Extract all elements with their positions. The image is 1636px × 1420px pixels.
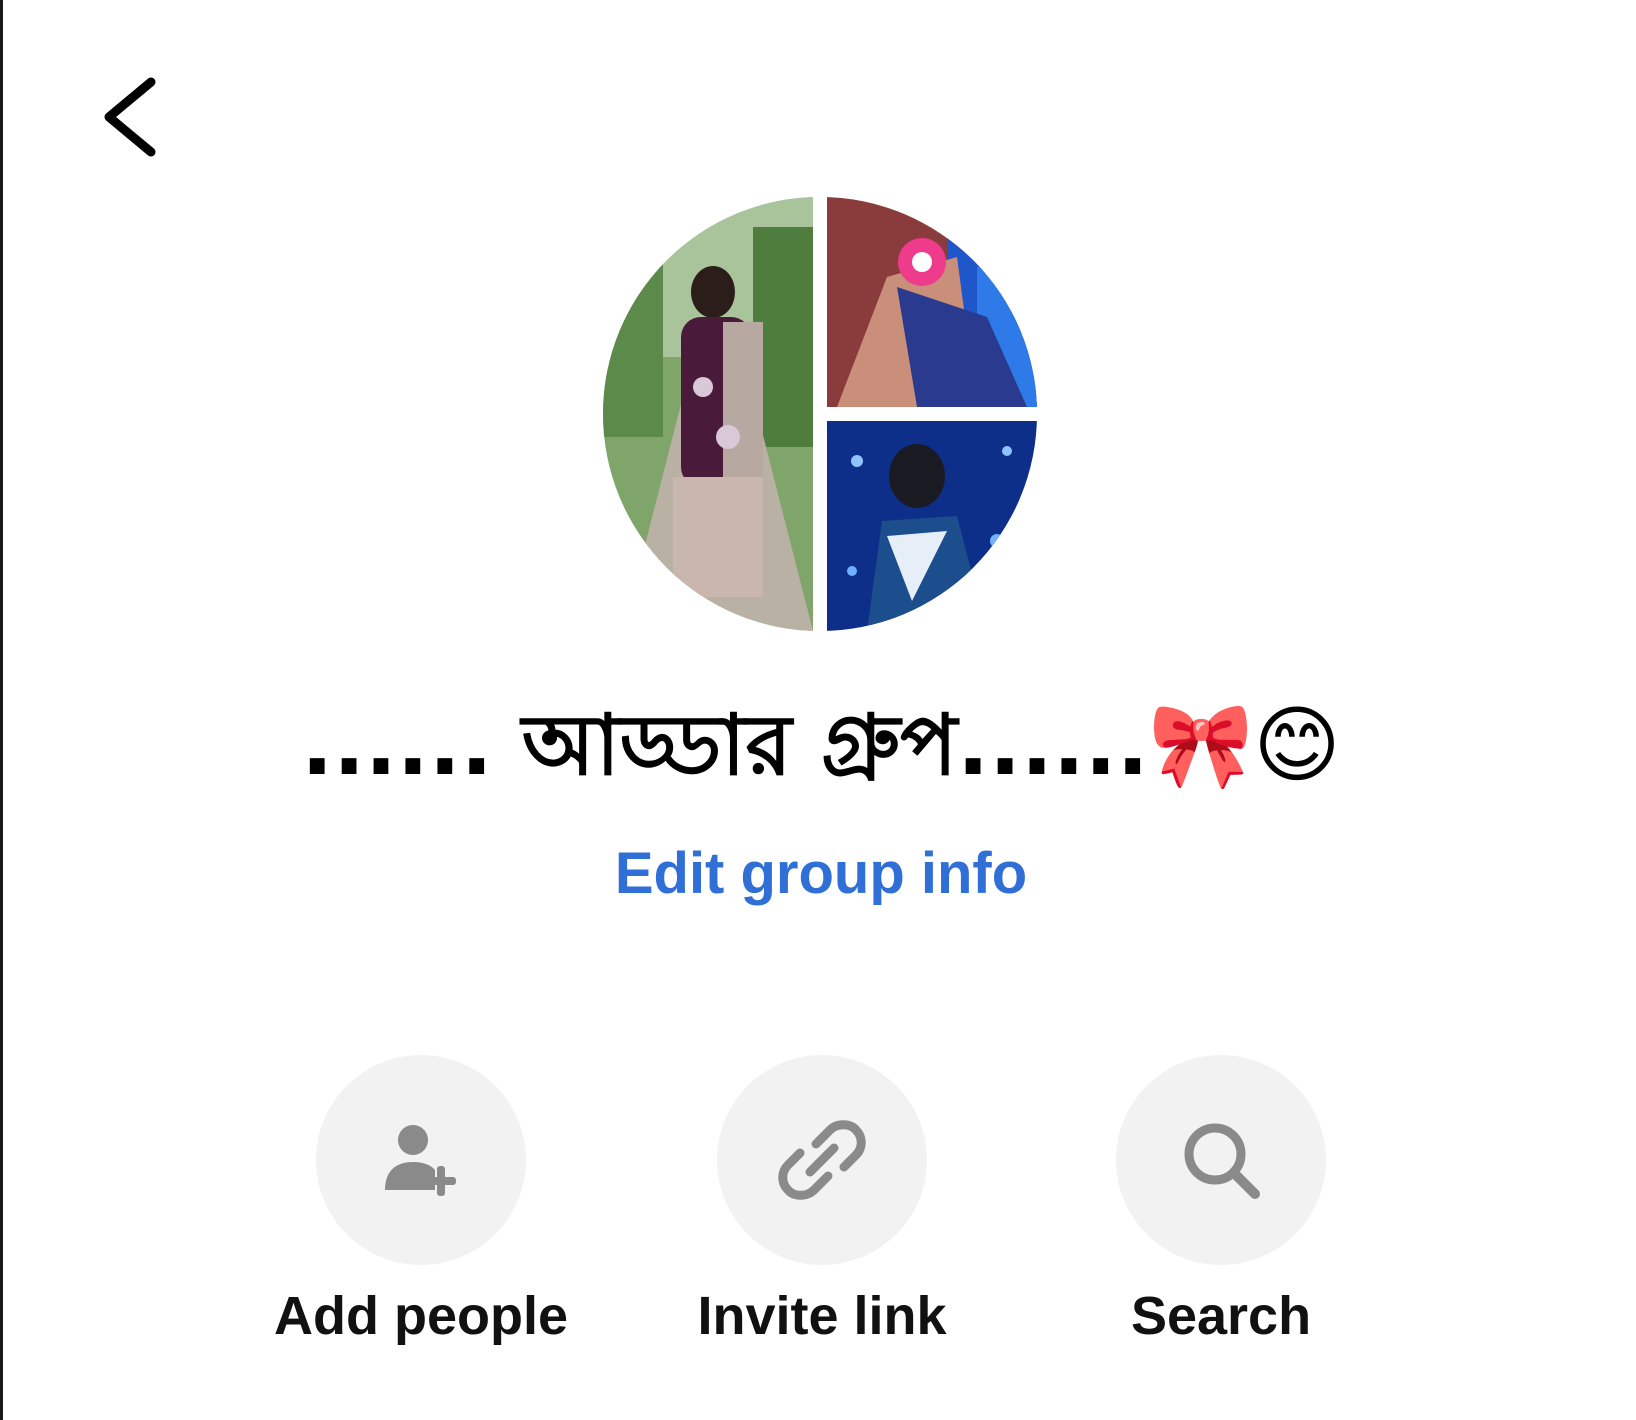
add-people-button[interactable]: Add people: [211, 1055, 631, 1355]
search-circle: [1116, 1055, 1326, 1265]
add-person-icon: [385, 1125, 456, 1196]
group-avatar[interactable]: [603, 197, 1037, 631]
search-icon: [1184, 1123, 1260, 1199]
invite-link-button[interactable]: Invite link: [612, 1055, 1032, 1355]
member-photo-3: [827, 421, 1037, 631]
group-info-screen: ...... আড্ডার গ্রুপ......🎀😊 Edit group i…: [0, 0, 1636, 1420]
invite-link-circle: [717, 1055, 927, 1265]
add-people-label: Add people: [274, 1286, 568, 1346]
group-name: ...... আড্ডার গ্রুপ......🎀😊: [301, 696, 1341, 794]
invite-link-label: Invite link: [697, 1286, 947, 1346]
back-button[interactable]: [91, 62, 171, 172]
search-button[interactable]: Search: [1011, 1055, 1431, 1355]
link-icon: [778, 1120, 866, 1200]
chevron-left-icon: [104, 77, 156, 157]
edit-group-info-link[interactable]: Edit group info: [3, 840, 1636, 907]
member-photo-2: [827, 197, 1037, 407]
add-people-circle: [316, 1055, 526, 1265]
search-label: Search: [1130, 1286, 1312, 1346]
member-photo-1: [603, 197, 813, 631]
